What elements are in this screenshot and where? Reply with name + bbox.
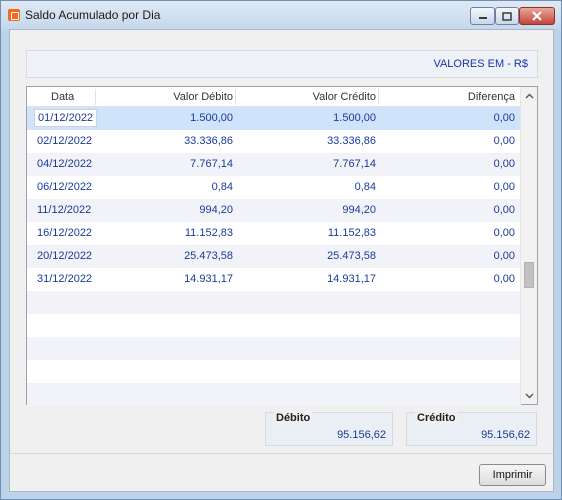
scrollbar-thumb[interactable]	[524, 262, 534, 288]
column-header-diferenca[interactable]: Diferença	[468, 91, 515, 103]
cell-valor-debito[interactable]: 7.767,14	[190, 158, 233, 170]
cell-diferenca[interactable]: 0,00	[494, 273, 515, 285]
cell-valor-credito[interactable]: 14.931,17	[327, 273, 376, 285]
cell-valor-credito[interactable]: 1.500,00	[333, 112, 376, 124]
cell-data[interactable]: 04/12/2022	[37, 158, 92, 170]
scroll-down-button[interactable]	[521, 387, 537, 404]
scroll-up-button[interactable]	[521, 87, 537, 104]
table-row[interactable]: 31/12/2022 14.931,17 14.931,17 0,00	[27, 268, 521, 291]
minimize-button[interactable]	[470, 7, 495, 25]
grid-header: Data Valor Débito Valor Crédito Diferenç…	[27, 87, 521, 107]
cell-diferenca[interactable]: 0,00	[494, 135, 515, 147]
dialog-body: VALORES EM - R$ Data Valor Débito Valor …	[9, 29, 555, 492]
total-credito-value: 95.156,62	[481, 429, 530, 441]
table-row[interactable]: 02/12/2022 33.336,86 33.336,86 0,00	[27, 130, 521, 153]
currency-label: VALORES EM - R$	[433, 58, 528, 70]
close-icon	[532, 11, 542, 21]
empty-row	[27, 314, 521, 337]
cell-data[interactable]: 01/12/2022	[34, 109, 98, 127]
empty-row	[27, 291, 521, 314]
cell-valor-credito[interactable]: 33.336,86	[327, 135, 376, 147]
cell-data[interactable]: 16/12/2022	[37, 227, 92, 239]
grid-rows: 01/12/2022 1.500,00 1.500,00 0,00 02/12/…	[27, 107, 521, 406]
currency-panel: VALORES EM - R$	[26, 50, 538, 78]
cell-data[interactable]: 06/12/2022	[37, 181, 92, 193]
cell-diferenca[interactable]: 0,00	[494, 204, 515, 216]
maximize-icon	[502, 11, 512, 21]
column-divider	[378, 89, 379, 105]
table-row[interactable]: 16/12/2022 11.152,83 11.152,83 0,00	[27, 222, 521, 245]
cell-data[interactable]: 02/12/2022	[37, 135, 92, 147]
table-row[interactable]: 06/12/2022 0,84 0,84 0,00	[27, 176, 521, 199]
table-row[interactable]: 20/12/2022 25.473,58 25.473,58 0,00	[27, 245, 521, 268]
chevron-down-icon	[525, 393, 533, 398]
cell-data[interactable]: 11/12/2022	[37, 204, 91, 216]
total-debito-box: Débito 95.156,62	[265, 412, 393, 446]
cell-diferenca[interactable]: 0,00	[494, 250, 515, 262]
column-divider	[235, 89, 236, 105]
table-row[interactable]: 11/12/2022 994,20 994,20 0,00	[27, 199, 521, 222]
app-icon	[8, 9, 20, 21]
table-row[interactable]: 04/12/2022 7.767,14 7.767,14 0,00	[27, 153, 521, 176]
total-debito-label: Débito	[274, 412, 313, 424]
window-title: Saldo Acumulado por Dia	[25, 8, 161, 22]
cell-data[interactable]: 31/12/2022	[37, 273, 92, 285]
cell-valor-credito[interactable]: 0,84	[355, 181, 376, 193]
cell-diferenca[interactable]: 0,00	[494, 227, 515, 239]
print-button-label: Imprimir	[492, 469, 533, 481]
empty-row	[27, 337, 521, 360]
cell-valor-credito[interactable]: 25.473,58	[327, 250, 376, 262]
cell-diferenca[interactable]: 0,00	[494, 158, 515, 170]
column-header-valor-credito[interactable]: Valor Crédito	[313, 91, 376, 103]
cell-valor-debito[interactable]: 25.473,58	[184, 250, 233, 262]
vertical-scrollbar[interactable]	[520, 87, 537, 404]
column-header-data[interactable]: Data	[51, 91, 74, 103]
app-window: Saldo Acumulado por Dia VALORES EM - R$ …	[0, 0, 562, 500]
empty-row	[27, 360, 521, 383]
cell-data[interactable]: 20/12/2022	[37, 250, 92, 262]
cell-valor-debito[interactable]: 14.931,17	[184, 273, 233, 285]
cell-valor-debito[interactable]: 11.152,83	[185, 227, 233, 239]
cell-valor-debito[interactable]: 1.500,00	[190, 112, 233, 124]
total-debito-value: 95.156,62	[337, 429, 386, 441]
footer-divider	[10, 453, 555, 454]
daily-balance-grid[interactable]: Data Valor Débito Valor Crédito Diferenç…	[26, 86, 538, 406]
table-row[interactable]: 01/12/2022 1.500,00 1.500,00 0,00	[27, 107, 521, 130]
cell-valor-debito[interactable]: 994,20	[199, 204, 233, 216]
empty-row	[27, 383, 521, 406]
total-credito-box: Crédito 95.156,62	[406, 412, 537, 446]
minimize-icon	[478, 17, 487, 19]
maximize-button[interactable]	[495, 7, 519, 25]
column-divider	[95, 89, 96, 105]
title-bar[interactable]: Saldo Acumulado por Dia	[1, 1, 561, 29]
close-button[interactable]	[519, 7, 555, 25]
total-credito-label: Crédito	[415, 412, 458, 424]
cell-valor-credito[interactable]: 11.152,83	[328, 227, 376, 239]
cell-diferenca[interactable]: 0,00	[494, 112, 515, 124]
print-button[interactable]: Imprimir	[479, 464, 546, 486]
cell-valor-credito[interactable]: 7.767,14	[333, 158, 376, 170]
cell-valor-debito[interactable]: 33.336,86	[184, 135, 233, 147]
cell-valor-credito[interactable]: 994,20	[342, 204, 376, 216]
cell-diferenca[interactable]: 0,00	[494, 181, 515, 193]
cell-valor-debito[interactable]: 0,84	[212, 181, 233, 193]
column-header-valor-debito[interactable]: Valor Débito	[173, 91, 233, 103]
chevron-up-icon	[525, 93, 533, 98]
